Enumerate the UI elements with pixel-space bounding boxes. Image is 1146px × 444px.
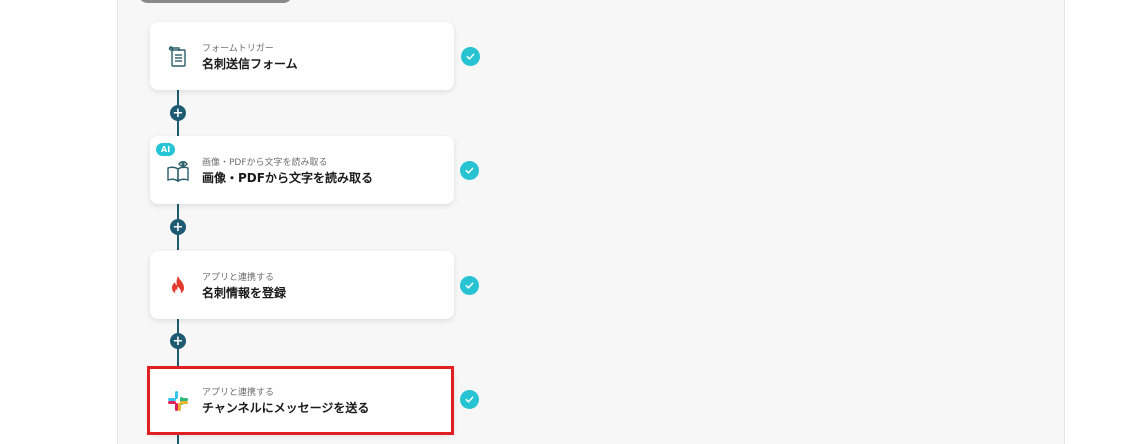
step-category: 画像・PDFから文字を読み取る: [202, 158, 328, 168]
add-step-button[interactable]: +: [170, 105, 186, 121]
form-document-icon: [165, 44, 191, 70]
flame-app-icon: [165, 273, 191, 299]
flow-step-slack-message[interactable]: アプリと連携する チャンネルにメッセージを送る: [150, 366, 454, 434]
ai-badge: AI: [156, 143, 176, 156]
completed-check-icon: [460, 390, 479, 409]
step-title: 名刺送信フォーム: [202, 57, 298, 71]
step-category: アプリと連携する: [202, 388, 275, 398]
flow-start-tab[interactable]: [138, 0, 293, 3]
step-title: 画像・PDFから文字を読み取る: [202, 171, 373, 185]
plus-icon: +: [172, 333, 184, 349]
add-step-button[interactable]: +: [170, 333, 186, 349]
add-step-button[interactable]: +: [170, 219, 186, 235]
completed-check-icon: [461, 47, 480, 66]
completed-check-icon: [460, 276, 479, 295]
slack-icon: [165, 388, 191, 414]
ocr-book-eye-icon: [165, 158, 191, 184]
plus-icon: +: [172, 105, 184, 121]
step-category: フォームトリガー: [202, 44, 274, 54]
flow-step-ocr[interactable]: AI 画像・PDFから文字を読み取る 画像・PDFから文字を読み取る: [150, 136, 454, 204]
step-title: チャンネルにメッセージを送る: [202, 401, 370, 415]
plus-icon: +: [172, 219, 184, 235]
flow-step-register[interactable]: アプリと連携する 名刺情報を登録: [150, 251, 454, 319]
flow-step-form-trigger[interactable]: フォームトリガー 名刺送信フォーム: [150, 22, 454, 90]
step-category: アプリと連携する: [202, 273, 275, 283]
step-title: 名刺情報を登録: [202, 286, 287, 300]
connector-line: [177, 434, 179, 444]
completed-check-icon: [460, 161, 479, 180]
